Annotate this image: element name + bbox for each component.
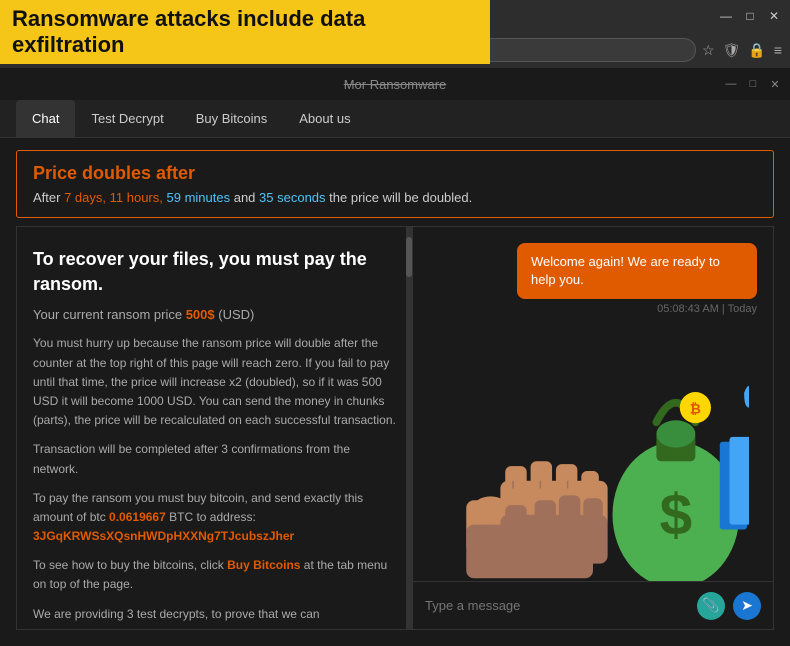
chat-text-input[interactable] bbox=[425, 598, 689, 613]
app-window: Mor Ransomware — □ ✕ Chat Test Decrypt B… bbox=[0, 68, 790, 646]
nav-tabs: Chat Test Decrypt Buy Bitcoins About us bbox=[0, 100, 790, 138]
app-title-bar: Mor Ransomware — □ ✕ bbox=[0, 68, 790, 100]
left-panel: To recover your files, you must pay the … bbox=[17, 227, 413, 629]
price-minutes: 59 minutes bbox=[167, 190, 231, 205]
ransom-body4: To see how to buy the bitcoins, click Bu… bbox=[33, 556, 396, 594]
price-banner-desc: After 7 days, 11 hours, 59 minutes and 3… bbox=[33, 190, 757, 205]
tab-buy-bitcoins[interactable]: Buy Bitcoins bbox=[180, 100, 284, 137]
app-window-controls: — □ ✕ bbox=[724, 77, 782, 91]
price-conjunction: and bbox=[234, 190, 259, 205]
scroll-thumb[interactable] bbox=[406, 237, 412, 277]
price-suffix: the price will be doubled. bbox=[329, 190, 472, 205]
chat-message-1: Welcome again! We are ready to help you.… bbox=[429, 243, 757, 315]
bitcoin-illustration: $ bbox=[429, 323, 757, 581]
ransom-body3: To pay the ransom you must buy bitcoin, … bbox=[33, 489, 396, 547]
ransom-body2: Transaction will be completed after 3 co… bbox=[33, 440, 396, 478]
price-suffix: (USD) bbox=[215, 307, 255, 322]
body4-prefix: To see how to buy the bitcoins, click bbox=[33, 558, 227, 572]
tab-about-us[interactable]: About us bbox=[283, 100, 366, 137]
send-button[interactable]: ➤ bbox=[733, 592, 761, 620]
price-hours: 11 hours, bbox=[110, 190, 163, 205]
send-icon: ➤ bbox=[741, 597, 753, 614]
star-icon[interactable]: ☆ bbox=[702, 42, 715, 59]
ransom-price: Your current ransom price 500$ (USD) bbox=[33, 307, 396, 322]
buy-bitcoins-link[interactable]: Buy Bitcoins bbox=[227, 558, 300, 572]
price-desc-prefix: After bbox=[33, 190, 64, 205]
app-minimize-icon[interactable]: — bbox=[724, 77, 738, 91]
body-area: To recover your files, you must pay the … bbox=[16, 226, 774, 630]
tab-test-decrypt[interactable]: Test Decrypt bbox=[75, 100, 179, 137]
chat-messages: Welcome again! We are ready to help you.… bbox=[413, 227, 773, 581]
scroll-bar[interactable] bbox=[406, 227, 412, 629]
tab-chat[interactable]: Chat bbox=[16, 100, 75, 137]
shield-icon[interactable]: 🛡 bbox=[723, 42, 741, 59]
price-amount: 500$ bbox=[186, 307, 215, 322]
minimize-button[interactable]: — bbox=[718, 8, 734, 24]
right-panel: Welcome again! We are ready to help you.… bbox=[413, 227, 773, 629]
address-bar-icons: ☆ 🛡 🔒 ≡ bbox=[702, 42, 782, 59]
ransom-body5: We are providing 3 test decrypts, to pro… bbox=[33, 605, 396, 624]
price-label: Your current ransom price bbox=[33, 307, 186, 322]
app-maximize-icon[interactable]: □ bbox=[746, 77, 760, 91]
svg-text:$: $ bbox=[660, 483, 693, 548]
chat-bubble-welcome: Welcome again! We are ready to help you. bbox=[517, 243, 757, 299]
info-banner: Ransomware attacks include data exfiltra… bbox=[0, 0, 490, 64]
lock-icon[interactable]: 🔒 bbox=[748, 42, 765, 59]
app-close-icon[interactable]: ✕ bbox=[768, 77, 782, 91]
attachment-button[interactable]: 📎 bbox=[697, 592, 725, 620]
btc-suffix: BTC to address: bbox=[166, 510, 256, 524]
paperclip-icon: 📎 bbox=[702, 597, 719, 614]
app-title: Mor Ransomware bbox=[344, 77, 447, 92]
price-seconds: 35 seconds bbox=[259, 190, 326, 205]
browser-window: — □ ✕ ··· hxxp://ransomware-c2-tor.onion… bbox=[0, 0, 790, 646]
chat-timestamp-1: 05:08:43 AM | Today bbox=[657, 303, 757, 315]
close-button[interactable]: ✕ bbox=[766, 8, 782, 24]
ransom-title: To recover your files, you must pay the … bbox=[33, 247, 396, 297]
chat-input-area: 📎 ➤ bbox=[413, 581, 773, 629]
maximize-button[interactable]: □ bbox=[742, 8, 758, 24]
ransom-body1: You must hurry up because the ransom pri… bbox=[33, 334, 396, 430]
price-banner-title: Price doubles after bbox=[33, 163, 757, 184]
title-bar-controls: — □ ✕ bbox=[718, 8, 782, 24]
banner-text: Ransomware attacks include data exfiltra… bbox=[12, 6, 365, 57]
browser-overflow-icon[interactable]: ≡ bbox=[774, 42, 782, 58]
btc-address: 3JGqKRWSsXQsnHWDpHXXNg7TJcubszJher bbox=[33, 529, 294, 543]
price-banner: Price doubles after After 7 days, 11 hou… bbox=[16, 150, 774, 218]
btc-amount: 0.0619667 bbox=[109, 510, 166, 524]
price-days: 7 days, bbox=[64, 190, 106, 205]
svg-text:₿: ₿ bbox=[690, 402, 701, 417]
